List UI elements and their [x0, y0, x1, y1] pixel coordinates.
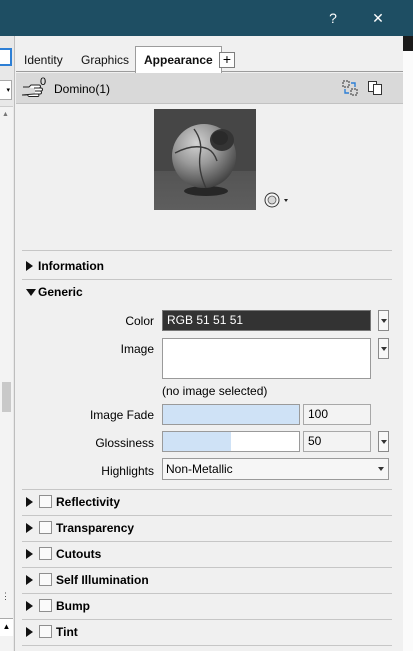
section-title: Reflectivity [56, 495, 121, 509]
image-fade-label: Image Fade [89, 408, 154, 422]
section-cutouts[interactable]: Cutouts [22, 541, 392, 567]
image-dropdown-button[interactable] [378, 338, 389, 359]
glossiness-fill [163, 432, 231, 451]
section-title: Information [38, 259, 104, 273]
section-title: Self Illumination [56, 573, 149, 587]
image-fade-slider[interactable] [162, 404, 300, 425]
properties-panel: Identity Graphics Appearance + 0 Domino(… [16, 36, 403, 651]
section-title: Generic [38, 285, 83, 299]
select-object-icon[interactable] [342, 80, 358, 96]
title-bar: ? ✕ [0, 0, 413, 36]
glossiness-slider[interactable] [162, 431, 300, 452]
bump-checkbox[interactable] [39, 599, 52, 612]
left-pane-selected-field[interactable] [0, 48, 12, 66]
help-icon: ? [329, 10, 337, 26]
expand-arrow-icon[interactable] [26, 627, 33, 637]
material-preview-area [16, 105, 403, 250]
section-title: Tint [56, 625, 78, 639]
close-icon: ✕ [372, 9, 384, 26]
self-illumination-checkbox[interactable] [39, 573, 52, 586]
scroll-up-icon[interactable]: ▲ [2, 111, 9, 118]
chevron-down-icon [378, 467, 384, 471]
transparency-checkbox[interactable] [39, 521, 52, 534]
color-field[interactable]: RGB 51 51 51 [162, 310, 371, 331]
expand-arrow-icon[interactable] [26, 523, 33, 533]
plus-icon: + [222, 51, 232, 67]
grip-icon: ⋮ [1, 591, 10, 601]
left-pane-scrollbar[interactable] [0, 106, 13, 651]
expand-arrow-icon[interactable] [26, 575, 33, 585]
reflectivity-checkbox[interactable] [39, 495, 52, 508]
section-self-illumination[interactable]: Self Illumination [22, 567, 392, 593]
highlights-select[interactable]: Non-Metallic [162, 458, 389, 480]
right-window-edge [403, 36, 413, 651]
material-preview-image [154, 109, 256, 210]
close-button[interactable]: ✕ [358, 0, 398, 36]
glossiness-dropdown-button[interactable] [378, 431, 389, 452]
section-transparency[interactable]: Transparency [22, 515, 392, 541]
section-bump[interactable]: Bump [22, 593, 392, 619]
tint-checkbox[interactable] [39, 625, 52, 638]
appearance-content: 0 Domino(1) Information Generic Color RG… [16, 73, 403, 651]
collapse-arrow-icon[interactable] [26, 289, 36, 296]
left-pane-dropdown[interactable]: ▾ [0, 80, 12, 100]
copy-icon[interactable] [367, 80, 383, 96]
tab-appearance[interactable]: Appearance [135, 46, 222, 73]
help-button[interactable]: ? [313, 0, 353, 36]
section-tint[interactable]: Tint [22, 619, 392, 645]
tab-graphics[interactable]: Graphics [76, 49, 134, 72]
expand-arrow-icon[interactable] [26, 549, 33, 559]
glossiness-input[interactable]: 50 [303, 431, 371, 452]
no-image-text: (no image selected) [162, 384, 268, 398]
color-label: Color [125, 314, 154, 328]
object-header: 0 Domino(1) [16, 73, 403, 104]
left-pane-edge: ▾ ▲ ⋮ ▲ [0, 36, 15, 651]
section-title: Cutouts [56, 547, 102, 561]
cutouts-checkbox[interactable] [39, 547, 52, 560]
section-title: Transparency [56, 521, 135, 535]
expand-arrow-icon[interactable] [26, 261, 33, 271]
highlights-value: Non-Metallic [166, 462, 233, 476]
color-dropdown-button[interactable] [378, 310, 389, 331]
section-information[interactable]: Information [22, 253, 392, 279]
expand-arrow-icon[interactable] [26, 601, 33, 611]
image-fade-input[interactable]: 100 [303, 404, 371, 425]
triangle-icon[interactable]: ▲ [0, 618, 13, 636]
tab-bar: Identity Graphics Appearance + [16, 46, 403, 73]
preview-options-icon[interactable] [263, 191, 293, 209]
section-title: Bump [56, 599, 90, 613]
image-field[interactable] [162, 338, 371, 379]
image-fade-fill [163, 405, 299, 424]
glossiness-label: Glossiness [95, 436, 154, 450]
expand-arrow-icon[interactable] [26, 497, 33, 507]
add-tab-button[interactable]: + [219, 52, 235, 68]
section-reflectivity[interactable]: Reflectivity [22, 489, 392, 515]
divider [22, 645, 392, 646]
section-generic[interactable]: Generic [22, 279, 392, 305]
tab-identity[interactable]: Identity [19, 49, 68, 72]
object-name: Domino(1) [54, 82, 111, 96]
scrollbar-thumb[interactable] [2, 382, 11, 412]
instance-badge: 0 [40, 76, 47, 88]
image-label: Image [120, 342, 154, 356]
divider [22, 250, 392, 251]
highlights-label: Highlights [101, 464, 154, 478]
